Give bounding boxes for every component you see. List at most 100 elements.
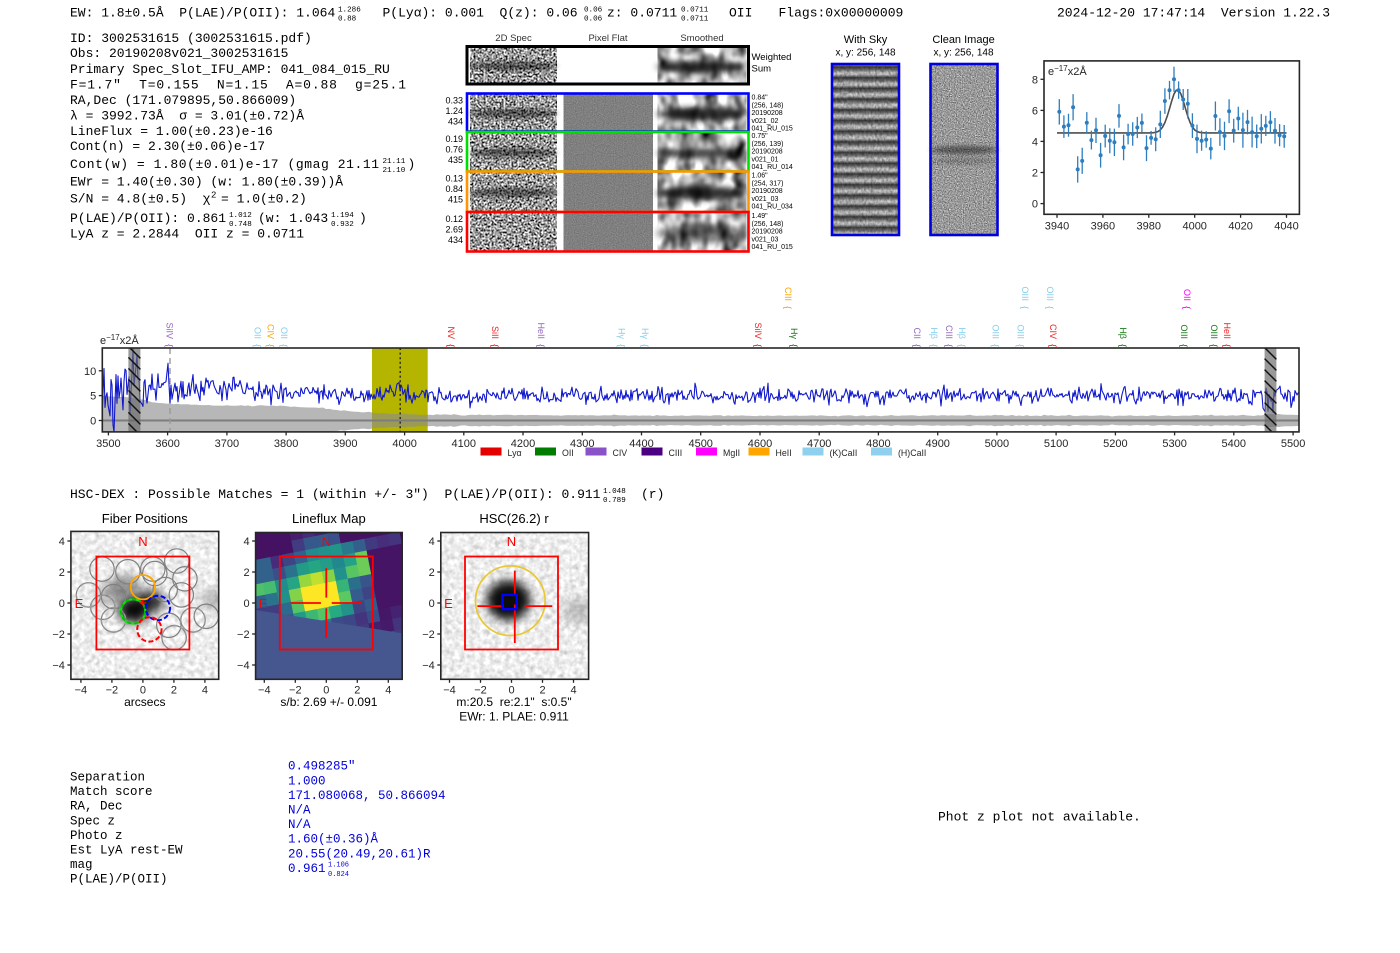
svg-text:OII: OII: [729, 6, 752, 21]
svg-text:Obs: 20190208v021_3002531615: Obs: 20190208v021_3002531615: [70, 46, 288, 61]
svg-text:N: N: [322, 534, 331, 549]
svg-text:{: {: [956, 344, 967, 347]
svg-text:Lineflux Map: Lineflux Map: [292, 511, 366, 526]
svg-text:0.498285": 0.498285": [288, 760, 356, 774]
svg-text:EWr: 1. PLAE: 0.911: EWr: 1. PLAE: 0.911: [459, 710, 569, 724]
svg-text:2: 2: [1032, 168, 1038, 180]
svg-text:CIII: CIII: [669, 448, 683, 458]
svg-text:−2: −2: [422, 629, 435, 641]
svg-text:HeII: HeII: [536, 322, 546, 339]
svg-text:e−17x2Å: e−17x2Å: [1048, 64, 1087, 78]
svg-text:P(Lyα): 0.001 Q(z): 0.06: P(Lyα): 0.001 Q(z): 0.06: [383, 6, 578, 21]
svg-text:4: 4: [59, 536, 65, 548]
svg-text:(r): (r): [641, 487, 664, 502]
svg-text:N: N: [138, 534, 147, 549]
svg-text:OII: OII: [562, 448, 574, 458]
svg-text:{: {: [489, 344, 500, 347]
svg-text:LyA z = 2.2844 OII z = 0.0711: LyA z = 2.2844 OII z = 0.0711: [70, 227, 304, 242]
svg-text:Fiber Positions: Fiber Positions: [102, 511, 188, 526]
svg-text:{: {: [990, 344, 1001, 347]
svg-text:HeII: HeII: [776, 448, 792, 458]
svg-text:EWr = 1.40(±0.30) (w: 1.80(±0.: EWr = 1.40(±0.30) (w: 1.80(±0.39))Å: [70, 175, 343, 190]
svg-text:0: 0: [429, 598, 435, 610]
svg-text:1.06": 1.06": [752, 173, 769, 180]
svg-text:0.88: 0.88: [338, 16, 357, 24]
svg-text:041_RU_014: 041_RU_014: [752, 164, 793, 171]
svg-text:4900: 4900: [925, 438, 949, 450]
svg-text:Hβ: Hβ: [1118, 327, 1128, 339]
svg-text:041_RU_034: 041_RU_034: [752, 204, 793, 211]
svg-text:(w: 1.043: (w: 1.043: [258, 211, 328, 226]
svg-text:4: 4: [385, 684, 391, 696]
svg-text:3700: 3700: [215, 438, 239, 450]
svg-text:1.49": 1.49": [752, 213, 769, 220]
svg-text:20190208: 20190208: [752, 110, 783, 117]
svg-text:CIV: CIV: [266, 324, 276, 339]
svg-text:4000: 4000: [1182, 220, 1206, 232]
svg-text:4: 4: [202, 684, 208, 696]
svg-text:3940: 3940: [1045, 220, 1069, 232]
svg-text:0.33: 0.33: [445, 96, 463, 106]
svg-text:3960: 3960: [1091, 220, 1115, 232]
svg-text:041_RU_015: 041_RU_015: [752, 126, 793, 133]
svg-text:RA,Dec (171.079895,50.866009): RA,Dec (171.079895,50.866009): [70, 93, 296, 108]
svg-text:Primary Spec_Slot_IFU_AMP: 041: Primary Spec_Slot_IFU_AMP: 041_084_015_R…: [70, 62, 390, 77]
svg-text:E: E: [259, 596, 268, 611]
svg-text:OII: OII: [253, 327, 263, 339]
svg-text:P(LAE)/P(OII): 0.861: P(LAE)/P(OII): 0.861: [70, 211, 226, 226]
svg-text:2024-12-20 17:47:14 Version 1: 2024-12-20 17:47:14 Version 1.22.3: [1057, 6, 1330, 21]
svg-text:RA, Dec: RA, Dec: [70, 800, 123, 814]
svg-text:20190208: 20190208: [752, 149, 783, 156]
svg-text:Cont(n) = 2.30(±0.06)e-17: Cont(n) = 2.30(±0.06)e-17: [70, 139, 265, 154]
svg-text:4: 4: [429, 536, 435, 548]
svg-text:(256, 148): (256, 148): [752, 221, 784, 228]
svg-text:−4: −4: [237, 660, 250, 672]
svg-text:Weighted: Weighted: [752, 52, 792, 63]
svg-text:): ): [408, 157, 416, 172]
svg-text:OIII: OIII: [1020, 286, 1030, 301]
svg-text:OIII: OIII: [1209, 324, 1219, 339]
svg-text:{: {: [1181, 306, 1192, 309]
svg-text:Photo z: Photo z: [70, 829, 123, 843]
svg-text:HeII: HeII: [1222, 322, 1232, 339]
svg-text:OII: OII: [279, 327, 289, 339]
svg-text:2D Spec: 2D Spec: [495, 33, 532, 44]
svg-text:−2: −2: [237, 629, 250, 641]
svg-text:1.60(±0.36)Å: 1.60(±0.36)Å: [288, 832, 379, 847]
svg-text:OII: OII: [1182, 289, 1192, 301]
svg-text:0: 0: [90, 416, 96, 428]
svg-text:2: 2: [243, 567, 249, 579]
svg-text:SiIV: SiIV: [753, 322, 763, 339]
svg-text:0.961: 0.961: [288, 862, 326, 876]
svg-text:0.06: 0.06: [584, 16, 603, 24]
svg-text:1.194: 1.194: [331, 212, 354, 220]
svg-text:{: {: [639, 344, 650, 347]
svg-text:415: 415: [448, 195, 463, 205]
svg-text:1.048: 1.048: [603, 488, 626, 496]
svg-text:F=1.7" T=0.155 N=1.15 A=0.8: F=1.7" T=0.155 N=1.15 A=0.88 g=25.1: [70, 78, 406, 93]
svg-text:{: {: [782, 306, 793, 309]
svg-text:1.000: 1.000: [288, 774, 326, 788]
svg-text:EW: 1.8±0.5Å P(LAE)/P(OII): 1: EW: 1.8±0.5Å P(LAE)/P(OII): 1.064: [70, 6, 335, 21]
svg-text:{: {: [252, 344, 263, 347]
svg-text:CIII: CIII: [783, 287, 793, 301]
svg-text:{: {: [1221, 344, 1232, 347]
svg-text:4: 4: [243, 536, 249, 548]
svg-text:{: {: [1178, 344, 1189, 347]
svg-text:(H)CaII: (H)CaII: [898, 448, 926, 458]
svg-text:1.012: 1.012: [229, 212, 252, 220]
svg-text:2: 2: [59, 567, 65, 579]
svg-text:(256, 148): (256, 148): [752, 102, 784, 109]
svg-text:Spec z: Spec z: [70, 814, 115, 828]
svg-text:s/b: 2.69 +/- 0.091: s/b: 2.69 +/- 0.091: [280, 695, 377, 709]
svg-text:CIII: CIII: [944, 325, 954, 339]
svg-text:−2: −2: [106, 684, 119, 696]
svg-text:Hγ: Hγ: [789, 328, 799, 339]
svg-text:4100: 4100: [452, 438, 476, 450]
svg-text:5500: 5500: [1281, 438, 1305, 450]
svg-text:0.748: 0.748: [229, 221, 252, 229]
svg-text:{: {: [445, 344, 456, 347]
svg-text:Phot z plot not available.: Phot z plot not available.: [938, 810, 1141, 825]
svg-text:Smoothed: Smoothed: [680, 33, 723, 44]
svg-text:MgII: MgII: [723, 448, 740, 458]
